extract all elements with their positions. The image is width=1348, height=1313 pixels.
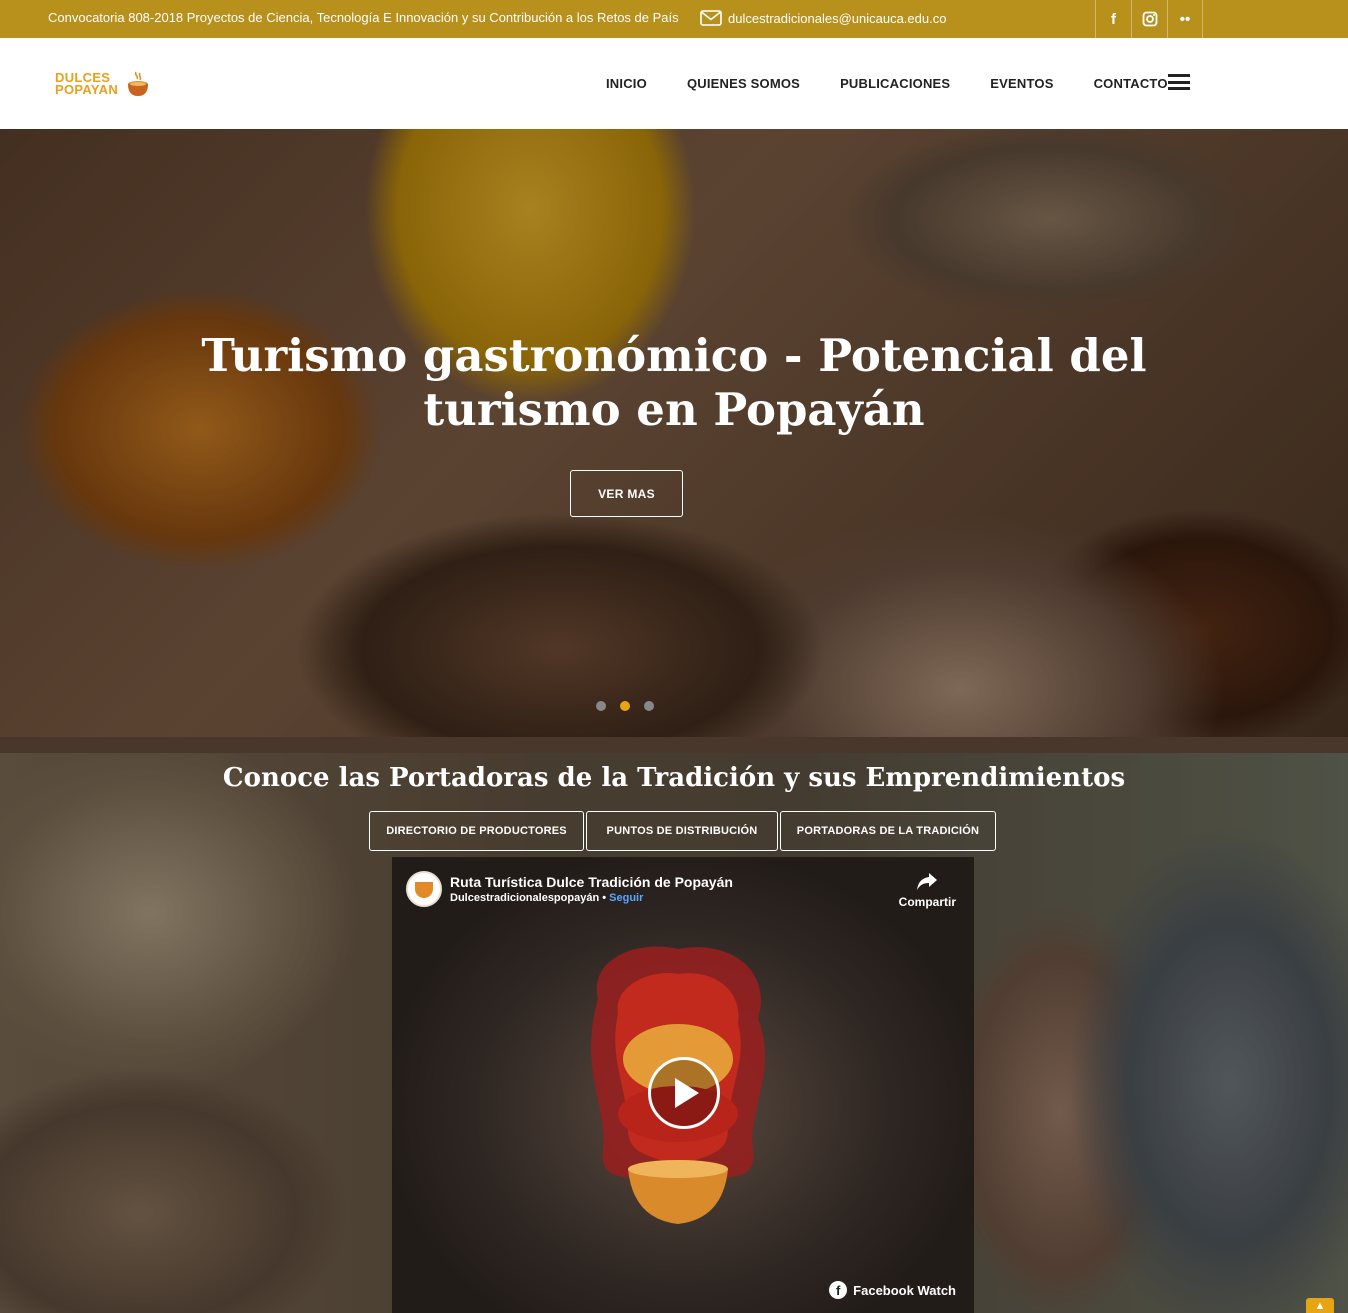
video-page-line: Dulcestradicionalespopayán • Seguir (450, 892, 733, 904)
envelope-icon (700, 10, 722, 26)
video-header: Ruta Turística Dulce Tradición de Popayá… (406, 871, 733, 907)
facebook-video-embed[interactable]: Ruta Turística Dulce Tradición de Popayá… (392, 857, 974, 1313)
slider-dot-2[interactable] (620, 701, 630, 711)
site-logo[interactable]: DULCES POPAYAN (55, 70, 150, 98)
video-title[interactable]: Ruta Turística Dulce Tradición de Popayá… (450, 874, 733, 890)
play-button[interactable] (648, 1057, 720, 1129)
section-title: Conoce las Portadoras de la Tradición y … (222, 763, 1126, 793)
ver-mas-button[interactable]: VER MAS (570, 470, 683, 517)
share-label: Compartir (898, 895, 956, 909)
facebook-watch-label[interactable]: f Facebook Watch (829, 1281, 956, 1299)
share-button[interactable]: Compartir (899, 871, 956, 909)
social-links: f •• (1095, 0, 1203, 38)
hero-slider: Turismo gastronómico - Potencial del tur… (0, 129, 1348, 737)
nav-quienes-somos[interactable]: QUIENES SOMOS (667, 76, 820, 91)
page-avatar[interactable] (406, 871, 442, 907)
slider-dot-1[interactable] (596, 701, 606, 711)
scroll-to-top-button[interactable]: ▲ (1306, 1298, 1334, 1313)
slider-dots (596, 701, 654, 711)
email-link[interactable]: dulcestradicionales@unicauca.edu.co (700, 10, 946, 26)
top-bar: Convocatoria 808-2018 Proyectos de Cienc… (0, 0, 1348, 38)
slider-dot-3[interactable] (644, 701, 654, 711)
portadoras-section: Conoce las Portadoras de la Tradición y … (0, 753, 1348, 1313)
section-divider (0, 737, 1348, 753)
tab-directorio-productores[interactable]: DIRECTORIO DE PRODUCTORES (369, 811, 584, 851)
nav-eventos[interactable]: EVENTOS (970, 76, 1073, 91)
facebook-icon[interactable]: f (1095, 0, 1131, 38)
email-text: dulcestradicionales@unicauca.edu.co (728, 10, 947, 26)
nav-inicio[interactable]: INICIO (586, 76, 667, 91)
facebook-logo-icon: f (829, 1281, 848, 1299)
site-header: DULCES POPAYAN INICIO QUIENES SOMOS PUBL… (0, 38, 1348, 129)
page-name[interactable]: Dulcestradicionalespopayán (450, 892, 599, 904)
hero-title: Turismo gastronómico - Potencial del tur… (201, 329, 1147, 436)
tab-portadoras-tradicion[interactable]: PORTADORAS DE LA TRADICIÓN (780, 811, 996, 851)
follow-link[interactable]: Seguir (609, 892, 643, 904)
instagram-icon[interactable] (1131, 0, 1167, 38)
section-tabs: DIRECTORIO DE PRODUCTORES PUNTOS DE DIST… (369, 811, 996, 851)
announcement-text[interactable]: Convocatoria 808-2018 Proyectos de Cienc… (48, 10, 679, 25)
pot-logo-icon (128, 71, 149, 96)
tab-puntos-distribucion[interactable]: PUNTOS DE DISTRIBUCIÓN (586, 811, 778, 851)
main-nav: INICIO QUIENES SOMOS PUBLICACIONES EVENT… (586, 38, 1188, 129)
share-icon (917, 873, 938, 890)
menu-icon[interactable] (1168, 74, 1190, 90)
logo-text: DULCES POPAYAN (55, 70, 119, 97)
nav-publicaciones[interactable]: PUBLICACIONES (820, 76, 970, 91)
flickr-icon[interactable]: •• (1167, 0, 1203, 38)
separator-dot: • (602, 892, 607, 904)
facebook-watch-text: Facebook Watch (853, 1282, 956, 1298)
